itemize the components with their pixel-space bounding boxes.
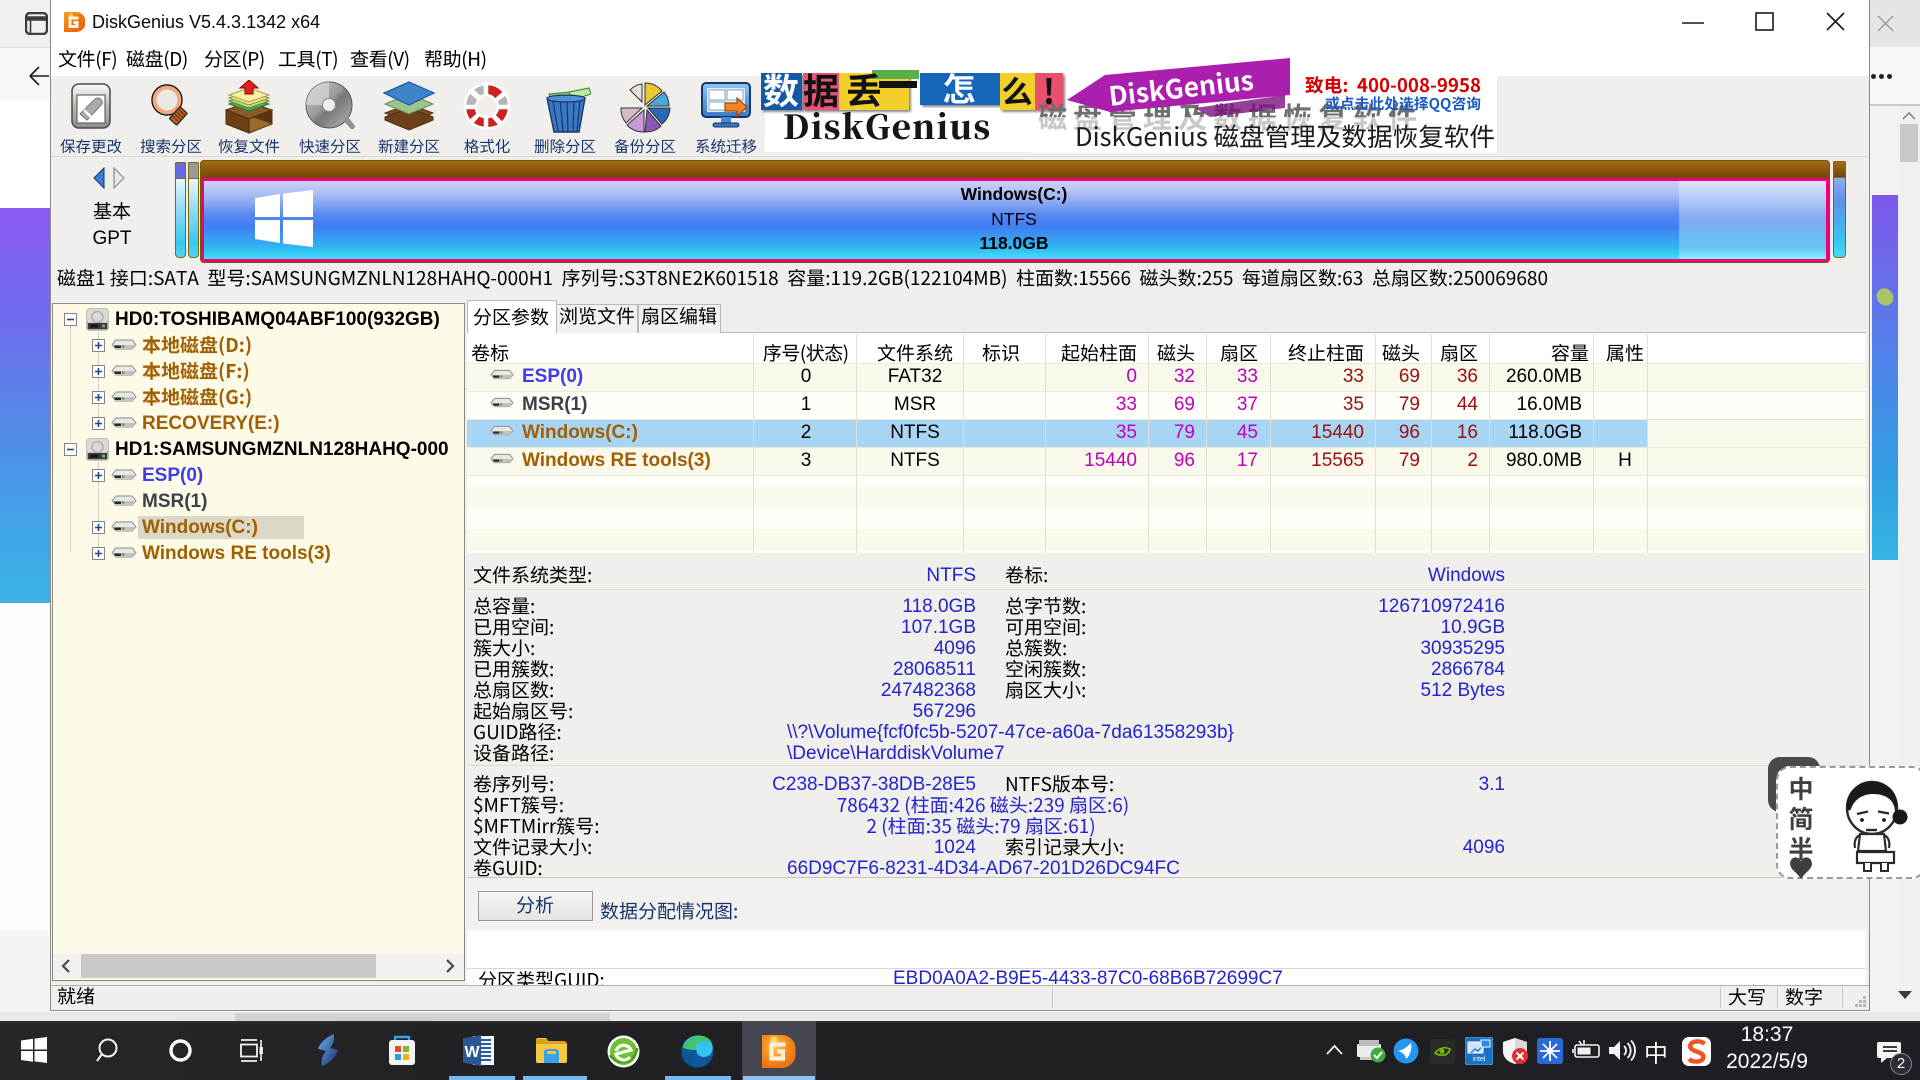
svg-text:intel: intel <box>1473 1056 1486 1063</box>
svg-text:W: W <box>464 1044 480 1061</box>
